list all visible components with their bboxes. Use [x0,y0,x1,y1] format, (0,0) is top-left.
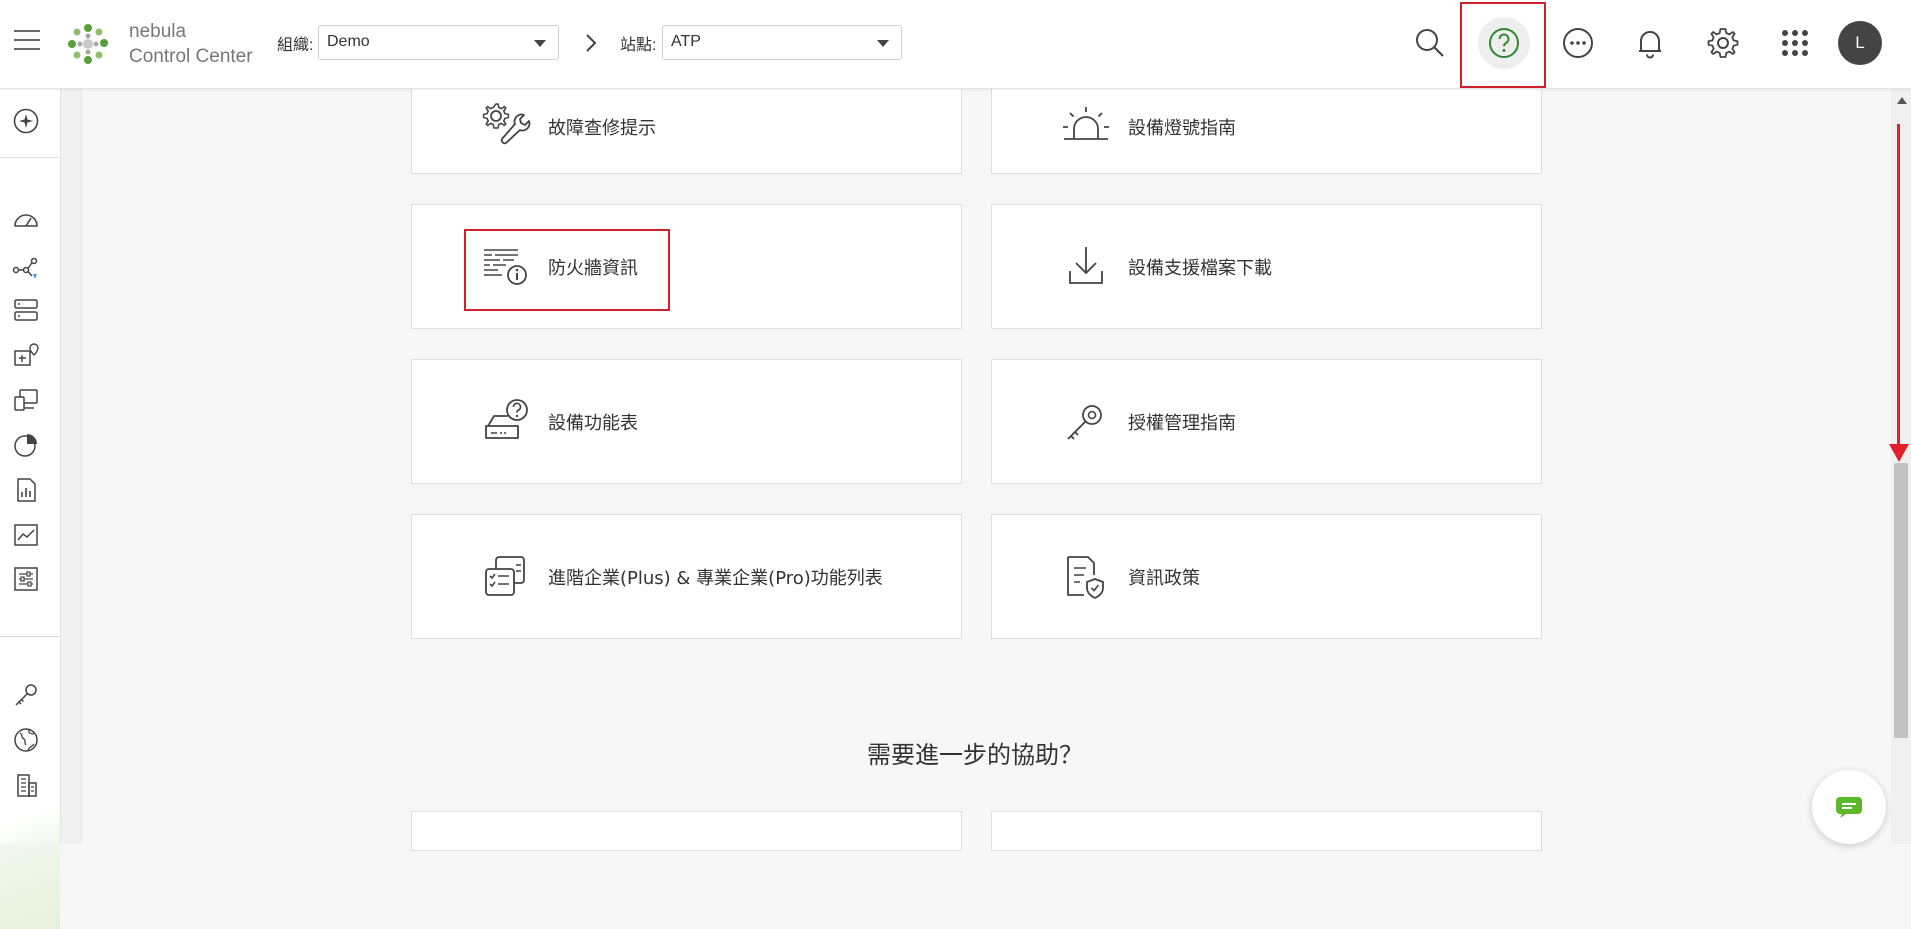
sidebar-item-monitor[interactable] [12,521,40,549]
topology-icon [12,257,38,279]
chevron-down-icon [534,40,546,47]
sidebar-item-buildings[interactable] [12,771,40,799]
apps-grid-icon [1782,30,1808,56]
card-label: 設備支援檔案下載 [1128,257,1272,279]
brand-name: nebula Control Center [129,19,253,69]
sidebar-item-report-doc[interactable] [12,476,40,504]
more-icon [1563,28,1593,58]
avatar[interactable]: L [1838,21,1882,65]
led-siren-icon [1063,107,1109,140]
card-label: 設備功能表 [548,412,638,434]
sidebar-item-clients[interactable] [12,386,40,414]
sidebar-item-topology[interactable] [12,256,40,284]
search-button[interactable] [1404,17,1456,69]
building-icon [17,774,37,797]
card-device-feature-table[interactable]: 設備功能表 [411,359,962,484]
device-question-icon [485,398,528,439]
card-troubleshoot[interactable]: 故障查修提示 [411,80,962,174]
nebula-logo-icon [68,24,108,64]
monitor-chart-icon [14,524,38,546]
scrollbar-thumb[interactable] [1894,463,1908,738]
configure-sliders-icon [14,567,38,591]
scroll-up-arrow-icon[interactable] [1897,97,1907,104]
sidebar-item-reports[interactable] [12,431,40,459]
license-key-icon [15,684,37,706]
menu-icon[interactable] [14,30,40,54]
card-firewall-info[interactable]: 防火牆資訊 [411,204,962,329]
site-label: 站點: [620,37,657,54]
arrow-down-icon [1889,444,1909,462]
download-icon [1069,246,1103,284]
bell-icon [1639,31,1661,59]
apps-button[interactable] [1769,17,1821,69]
feature-checklist-icon [485,555,525,596]
top-header: nebula Control Center 組織: Demo 站點: ATP L [0,0,1911,89]
sidebar-divider [0,157,59,158]
card-label: 資訊政策 [1128,567,1200,589]
settings-button[interactable] [1697,17,1749,69]
help-button[interactable] [1478,17,1530,69]
chevron-right-icon [586,34,597,52]
clients-icon [14,389,38,411]
brand-line-2: Control Center [129,46,253,67]
card-support-download[interactable]: 設備支援檔案下載 [991,204,1542,329]
site-map-icon [14,343,39,366]
sidebar-item-dashboard[interactable] [12,206,40,234]
scroll-direction-annotation-line [1897,124,1900,449]
sidebar-item-ai-assistant[interactable] [12,107,40,135]
sidebar-item-site-map[interactable] [12,341,40,369]
left-sidebar [0,89,61,929]
org-label: 組織: [277,37,314,54]
notifications-button[interactable] [1624,17,1676,69]
policy-document-shield-icon [1067,555,1104,599]
need-help-title: 需要進一步的協助？ [867,741,1083,769]
help-card-1[interactable] [411,811,962,851]
card-led-guide[interactable]: 設備燈號指南 [991,80,1542,174]
sidebar-divider [0,636,59,637]
firewall-info-icon [484,248,527,285]
sidebar-item-license[interactable] [12,681,40,709]
card-label: 授權管理指南 [1128,412,1236,434]
chat-icon [1836,797,1862,818]
card-plus-pro-features[interactable]: 進階企業(Plus) & 專業企業(Pro)功能列表 [411,514,962,639]
troubleshoot-gear-wrench-icon [482,103,531,145]
more-button[interactable] [1552,17,1604,69]
card-label: 設備燈號指南 [1128,118,1236,139]
chat-button[interactable] [1812,770,1886,844]
gear-icon [1707,28,1739,58]
ai-assistant-icon [13,108,39,134]
sidebar-item-devices[interactable] [12,296,40,324]
card-label: 防火牆資訊 [548,257,638,279]
card-label: 進階企業(Plus) & 專業企業(Pro)功能列表 [548,567,883,589]
devices-icon [14,299,38,321]
help-icon [1489,28,1519,58]
brand-line-1: nebula [129,21,187,42]
card-information-policy[interactable]: 資訊政策 [991,514,1542,639]
dashboard-icon [14,214,38,227]
site-value: ATP [671,33,701,50]
card-license-guide[interactable]: 授權管理指南 [991,359,1542,484]
org-dropdown[interactable]: Demo [318,25,559,60]
card-label: 故障查修提示 [548,118,656,139]
report-doc-icon [17,478,36,502]
help-card-2[interactable] [991,811,1542,851]
chevron-down-icon [877,40,889,47]
license-key-icon [1067,404,1102,440]
search-icon [1416,29,1444,57]
site-dropdown[interactable]: ATP [662,25,902,60]
reports-pie-icon [14,434,37,457]
org-value: Demo [327,33,370,50]
sidebar-item-configure[interactable] [12,565,40,593]
content-left-edge [61,89,82,844]
